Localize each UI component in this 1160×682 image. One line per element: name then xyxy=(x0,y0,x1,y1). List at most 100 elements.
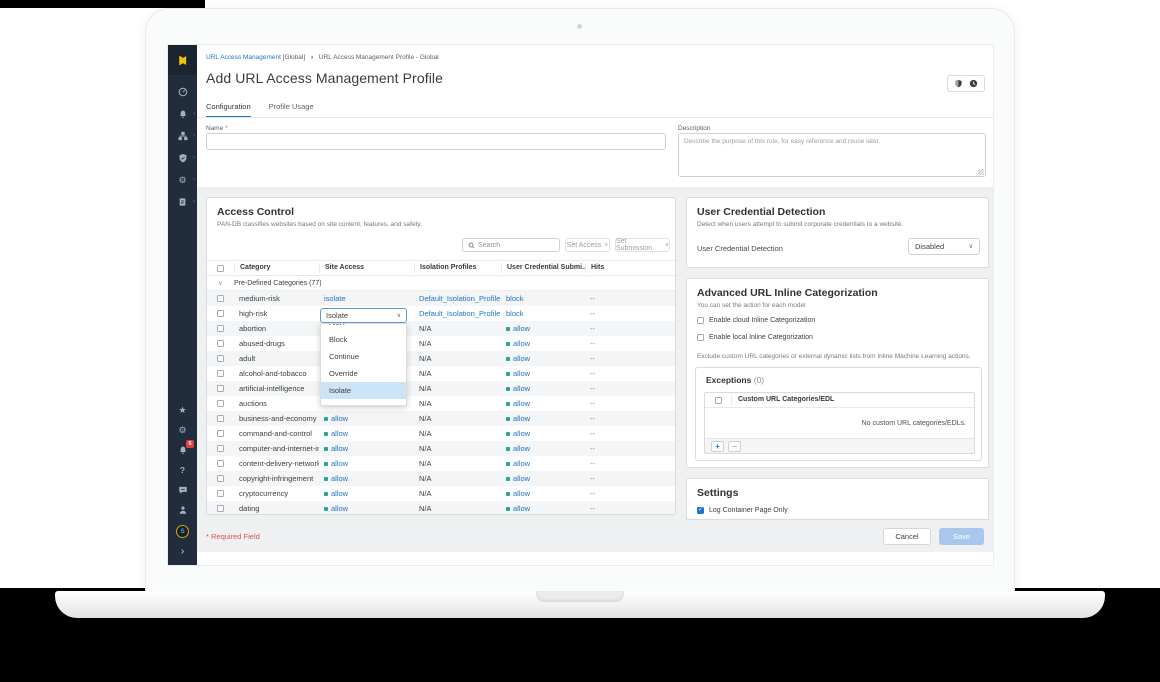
add-exception-button[interactable]: + xyxy=(711,441,724,452)
site-access-cell[interactable]: allow xyxy=(319,489,414,498)
sidebar-item-dashboard[interactable] xyxy=(168,85,197,99)
row-checkbox[interactable] xyxy=(217,505,224,512)
sidebar-item-operations[interactable]: ⚙ › xyxy=(168,173,197,187)
table-row[interactable]: alcohol-and-tobaccoN/Aallow-- xyxy=(207,366,676,381)
sidebar-item-network[interactable]: › xyxy=(168,129,197,143)
credential-cell[interactable]: allow xyxy=(501,504,585,513)
column-hits[interactable]: Hits xyxy=(585,263,676,273)
sidebar-item-security[interactable]: › xyxy=(168,151,197,165)
row-checkbox[interactable] xyxy=(217,430,224,437)
pan-logo-icon[interactable] xyxy=(168,45,197,75)
column-user-credential[interactable]: User Credential Submi... xyxy=(501,263,585,273)
isolation-profile-cell[interactable]: N/A xyxy=(414,489,501,498)
site-access-cell[interactable]: allow xyxy=(319,444,414,453)
row-checkbox[interactable] xyxy=(217,400,224,407)
row-checkbox[interactable] xyxy=(217,460,224,467)
description-textarea[interactable]: Describe the purpose of this rule, for e… xyxy=(678,133,986,177)
table-row[interactable]: medium-riskisolateDefault_Isolation_Prof… xyxy=(207,291,676,306)
set-submission-button[interactable]: Set Submission∨ xyxy=(615,238,670,252)
table-row[interactable]: datingallowN/Aallow-- xyxy=(207,501,676,515)
credential-cell[interactable]: allow xyxy=(501,324,585,333)
sidebar-item-favorites[interactable]: ★ xyxy=(168,403,197,417)
sidebar-item-chat[interactable] xyxy=(168,483,197,497)
isolation-profile-cell[interactable]: Default_Isolation_Profile xyxy=(414,294,501,303)
site-access-cell[interactable]: isolate xyxy=(319,294,414,303)
sidebar-item-help[interactable]: ? xyxy=(168,463,197,477)
isolation-profile-cell[interactable]: N/A xyxy=(414,339,501,348)
isolation-profile-cell[interactable]: N/A xyxy=(414,474,501,483)
site-access-combobox[interactable]: Isolate ∨ xyxy=(320,308,407,323)
dropdown-option[interactable]: Continue xyxy=(321,348,406,365)
dropdown-option[interactable]: Block xyxy=(321,331,406,348)
cancel-button[interactable]: Cancel xyxy=(883,528,931,545)
credential-cell[interactable]: block xyxy=(501,294,585,303)
site-access-cell[interactable]: allow xyxy=(319,474,414,483)
table-row[interactable]: abused-drugsN/Aallow-- xyxy=(207,336,676,351)
sidebar-item-settings[interactable]: ⚙ xyxy=(168,423,197,437)
isolation-profile-cell[interactable]: N/A xyxy=(414,324,501,333)
enable-cloud-checkbox-row[interactable]: Enable cloud Inline Categorization xyxy=(697,317,815,324)
breadcrumb-link[interactable]: URL Access Management xyxy=(206,54,281,61)
credential-cell[interactable]: allow xyxy=(501,399,585,408)
credential-cell[interactable]: allow xyxy=(501,474,585,483)
site-access-cell[interactable]: allow xyxy=(319,459,414,468)
column-category[interactable]: Category xyxy=(234,263,319,273)
isolation-profile-cell[interactable]: N/A xyxy=(414,414,501,423)
credential-cell[interactable]: allow xyxy=(501,489,585,498)
shield-icon[interactable] xyxy=(954,79,963,88)
search-input[interactable]: Search xyxy=(462,238,560,252)
dropdown-option[interactable]: Override xyxy=(321,365,406,382)
table-row[interactable]: business-and-economyallowN/Aallow-- xyxy=(207,411,676,426)
remove-exception-button[interactable]: − xyxy=(728,441,741,452)
table-row[interactable]: copyright-infringementallowN/Aallow-- xyxy=(207,471,676,486)
table-row[interactable]: computer-and-internet-infoallowN/Aallow-… xyxy=(207,441,676,456)
row-checkbox[interactable] xyxy=(217,370,224,377)
row-checkbox[interactable] xyxy=(217,475,224,482)
row-checkbox[interactable] xyxy=(217,310,224,317)
table-row[interactable]: abortionN/Aallow-- xyxy=(207,321,676,336)
ucd-select[interactable]: Disabled ∨ xyxy=(908,238,980,255)
column-isolation-profiles[interactable]: Isolation Profiles xyxy=(414,263,501,273)
dropdown-option[interactable]: Alert xyxy=(321,323,406,331)
sidebar-item-notifications[interactable]: 6 xyxy=(168,443,197,457)
credential-cell[interactable]: allow xyxy=(501,384,585,393)
header-tools[interactable] xyxy=(947,75,985,92)
credential-cell[interactable]: allow xyxy=(501,444,585,453)
table-row[interactable]: cryptocurrencyallowN/Aallow-- xyxy=(207,486,676,501)
enable-local-checkbox[interactable] xyxy=(697,334,704,341)
enable-local-checkbox-row[interactable]: Enable local Inline Categorization xyxy=(697,334,813,341)
chevron-down-icon[interactable]: ∨ xyxy=(207,280,234,287)
site-access-cell[interactable]: allow xyxy=(319,504,414,513)
sidebar-item-reports[interactable]: › xyxy=(168,195,197,209)
log-container-checkbox-row[interactable]: ✓ Log Container Page Only xyxy=(697,507,788,514)
tab-profile-usage[interactable]: Profile Usage xyxy=(269,102,314,118)
isolation-profile-cell[interactable]: N/A xyxy=(414,504,501,513)
site-access-cell[interactable]: allow xyxy=(319,429,414,438)
exceptions-column[interactable]: Custom URL Categories/EDL xyxy=(731,395,834,405)
isolation-profile-cell[interactable]: N/A xyxy=(414,354,501,363)
row-checkbox[interactable] xyxy=(217,490,224,497)
sidebar-expand-button[interactable]: › xyxy=(168,545,197,559)
table-row[interactable]: command-and-controlallowN/Aallow-- xyxy=(207,426,676,441)
row-checkbox[interactable] xyxy=(217,385,224,392)
credential-cell[interactable]: allow xyxy=(501,429,585,438)
enable-cloud-checkbox[interactable] xyxy=(697,317,704,324)
credential-cell[interactable]: allow xyxy=(501,414,585,423)
isolation-profile-cell[interactable]: N/A xyxy=(414,399,501,408)
select-all-checkbox[interactable] xyxy=(217,265,224,272)
resize-grip-icon[interactable] xyxy=(978,169,984,175)
isolation-profile-cell[interactable]: N/A xyxy=(414,459,501,468)
log-container-checkbox[interactable]: ✓ xyxy=(697,507,704,514)
isolation-profile-cell[interactable]: N/A xyxy=(414,369,501,378)
dropdown-option[interactable]: Isolate xyxy=(321,382,406,399)
credential-cell[interactable]: allow xyxy=(501,459,585,468)
row-checkbox[interactable] xyxy=(217,355,224,362)
sidebar-item-user[interactable] xyxy=(168,503,197,517)
row-checkbox[interactable] xyxy=(217,340,224,347)
save-button[interactable]: Save xyxy=(939,528,984,545)
row-checkbox[interactable] xyxy=(217,415,224,422)
exceptions-select-all-checkbox[interactable] xyxy=(715,397,722,404)
set-access-button[interactable]: Set Access∨ xyxy=(565,238,610,252)
sidebar-item-alerts[interactable]: › xyxy=(168,107,197,121)
row-checkbox[interactable] xyxy=(217,445,224,452)
